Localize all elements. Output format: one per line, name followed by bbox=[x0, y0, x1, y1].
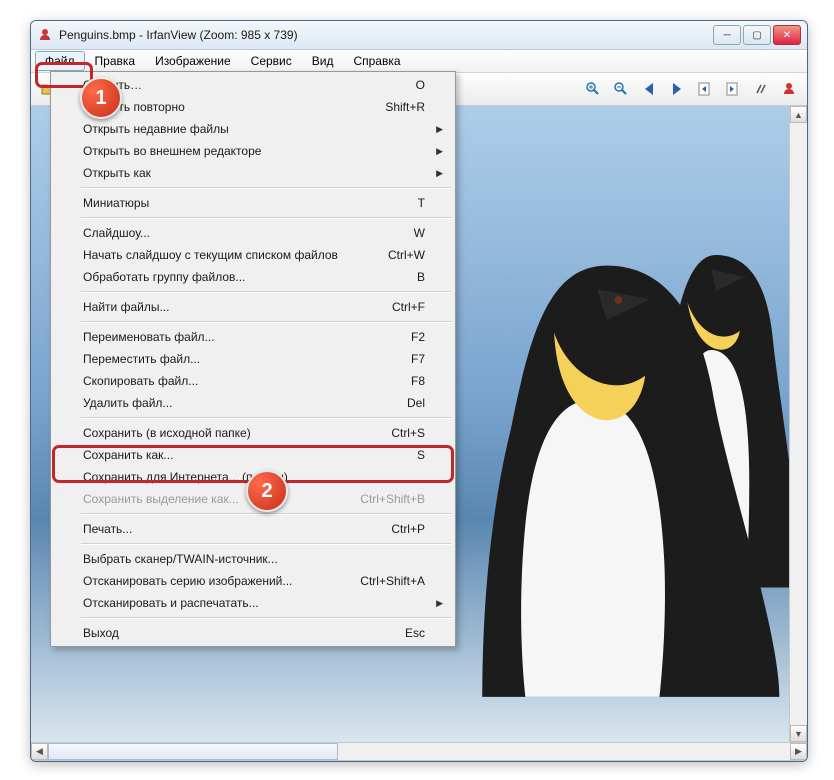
file-menu-dropdown: Открыть…O Открыть повторноShift+R Открыт… bbox=[50, 71, 456, 647]
menu-scan-print[interactable]: Отсканировать и распечатать...▶ bbox=[53, 592, 453, 614]
menu-recent[interactable]: Открыть недавние файлы▶ bbox=[53, 118, 453, 140]
menu-print[interactable]: Печать...Ctrl+P bbox=[53, 518, 453, 540]
menu-openas[interactable]: Открыть как▶ bbox=[53, 162, 453, 184]
prev-icon[interactable] bbox=[637, 77, 661, 101]
menu-batch[interactable]: Обработать группу файлов...B bbox=[53, 266, 453, 288]
scroll-right-icon[interactable]: ▶ bbox=[790, 743, 807, 760]
status-size: 2.25 MB / 2.25 MB bbox=[232, 761, 340, 762]
menu-save[interactable]: Сохранить (в исходной папке)Ctrl+S bbox=[53, 422, 453, 444]
menu-exit[interactable]: ВыходEsc bbox=[53, 622, 453, 644]
menu-rename[interactable]: Переименовать файл...F2 bbox=[53, 326, 453, 348]
statusbar: 1024 x 768 x 24 BPP 8/15 96 % 2.25 MB / … bbox=[31, 761, 807, 762]
scroll-thumb[interactable] bbox=[48, 743, 338, 760]
menu-thumbnails[interactable]: МиниатюрыT bbox=[53, 192, 453, 214]
zoom-in-icon[interactable] bbox=[581, 77, 605, 101]
menu-external[interactable]: Открыть во внешнем редакторе▶ bbox=[53, 140, 453, 162]
menu-file[interactable]: Файл bbox=[35, 51, 85, 71]
titlebar: Penguins.bmp - IrfanView (Zoom: 985 x 73… bbox=[31, 21, 807, 50]
menu-view[interactable]: Вид bbox=[302, 51, 344, 71]
status-zoom: 96 % bbox=[190, 761, 232, 762]
zoom-out-icon[interactable] bbox=[609, 77, 633, 101]
maximize-button[interactable]: ▢ bbox=[743, 25, 771, 45]
menu-service[interactable]: Сервис bbox=[241, 51, 302, 71]
menu-find[interactable]: Найти файлы...Ctrl+F bbox=[53, 296, 453, 318]
annotation-badge-1: 1 bbox=[80, 77, 122, 119]
menubar: Файл Правка Изображение Сервис Вид Справ… bbox=[31, 50, 807, 73]
menu-scan[interactable]: Отсканировать серию изображений...Ctrl+S… bbox=[53, 570, 453, 592]
close-button[interactable]: ✕ bbox=[773, 25, 801, 45]
minimize-button[interactable]: ─ bbox=[713, 25, 741, 45]
menu-delete[interactable]: Удалить файл...Del bbox=[53, 392, 453, 414]
horizontal-scrollbar[interactable]: ◀ ▶ bbox=[31, 743, 807, 761]
status-index: 8/15 bbox=[151, 761, 189, 762]
menu-image[interactable]: Изображение bbox=[145, 51, 241, 71]
annotation-badge-2: 2 bbox=[246, 470, 288, 512]
vertical-scrollbar[interactable]: ▲ ▼ bbox=[789, 106, 807, 742]
menu-help[interactable]: Справка bbox=[343, 51, 410, 71]
settings-icon[interactable] bbox=[749, 77, 773, 101]
scroll-up-icon[interactable]: ▲ bbox=[790, 106, 807, 123]
status-dimensions: 1024 x 768 x 24 BPP bbox=[31, 761, 151, 762]
menu-twain[interactable]: Выбрать сканер/TWAIN-источник... bbox=[53, 548, 453, 570]
last-icon[interactable] bbox=[721, 77, 745, 101]
about-icon[interactable] bbox=[777, 77, 801, 101]
scroll-left-icon[interactable]: ◀ bbox=[31, 743, 48, 760]
app-icon bbox=[37, 27, 53, 43]
next-icon[interactable] bbox=[665, 77, 689, 101]
menu-edit[interactable]: Правка bbox=[85, 51, 146, 71]
menu-start-slideshow[interactable]: Начать слайдшоу с текущим списком файлов… bbox=[53, 244, 453, 266]
menu-copy[interactable]: Скопировать файл...F8 bbox=[53, 370, 453, 392]
menu-slideshow[interactable]: Слайдшоу...W bbox=[53, 222, 453, 244]
image-content bbox=[461, 256, 791, 716]
status-date: 30.08.2017 / 13:26:06 bbox=[340, 761, 464, 762]
first-icon[interactable] bbox=[693, 77, 717, 101]
scroll-down-icon[interactable]: ▼ bbox=[790, 725, 807, 742]
menu-move[interactable]: Переместить файл...F7 bbox=[53, 348, 453, 370]
window-title: Penguins.bmp - IrfanView (Zoom: 985 x 73… bbox=[59, 28, 713, 42]
menu-save-as[interactable]: Сохранить как...S bbox=[53, 444, 453, 466]
